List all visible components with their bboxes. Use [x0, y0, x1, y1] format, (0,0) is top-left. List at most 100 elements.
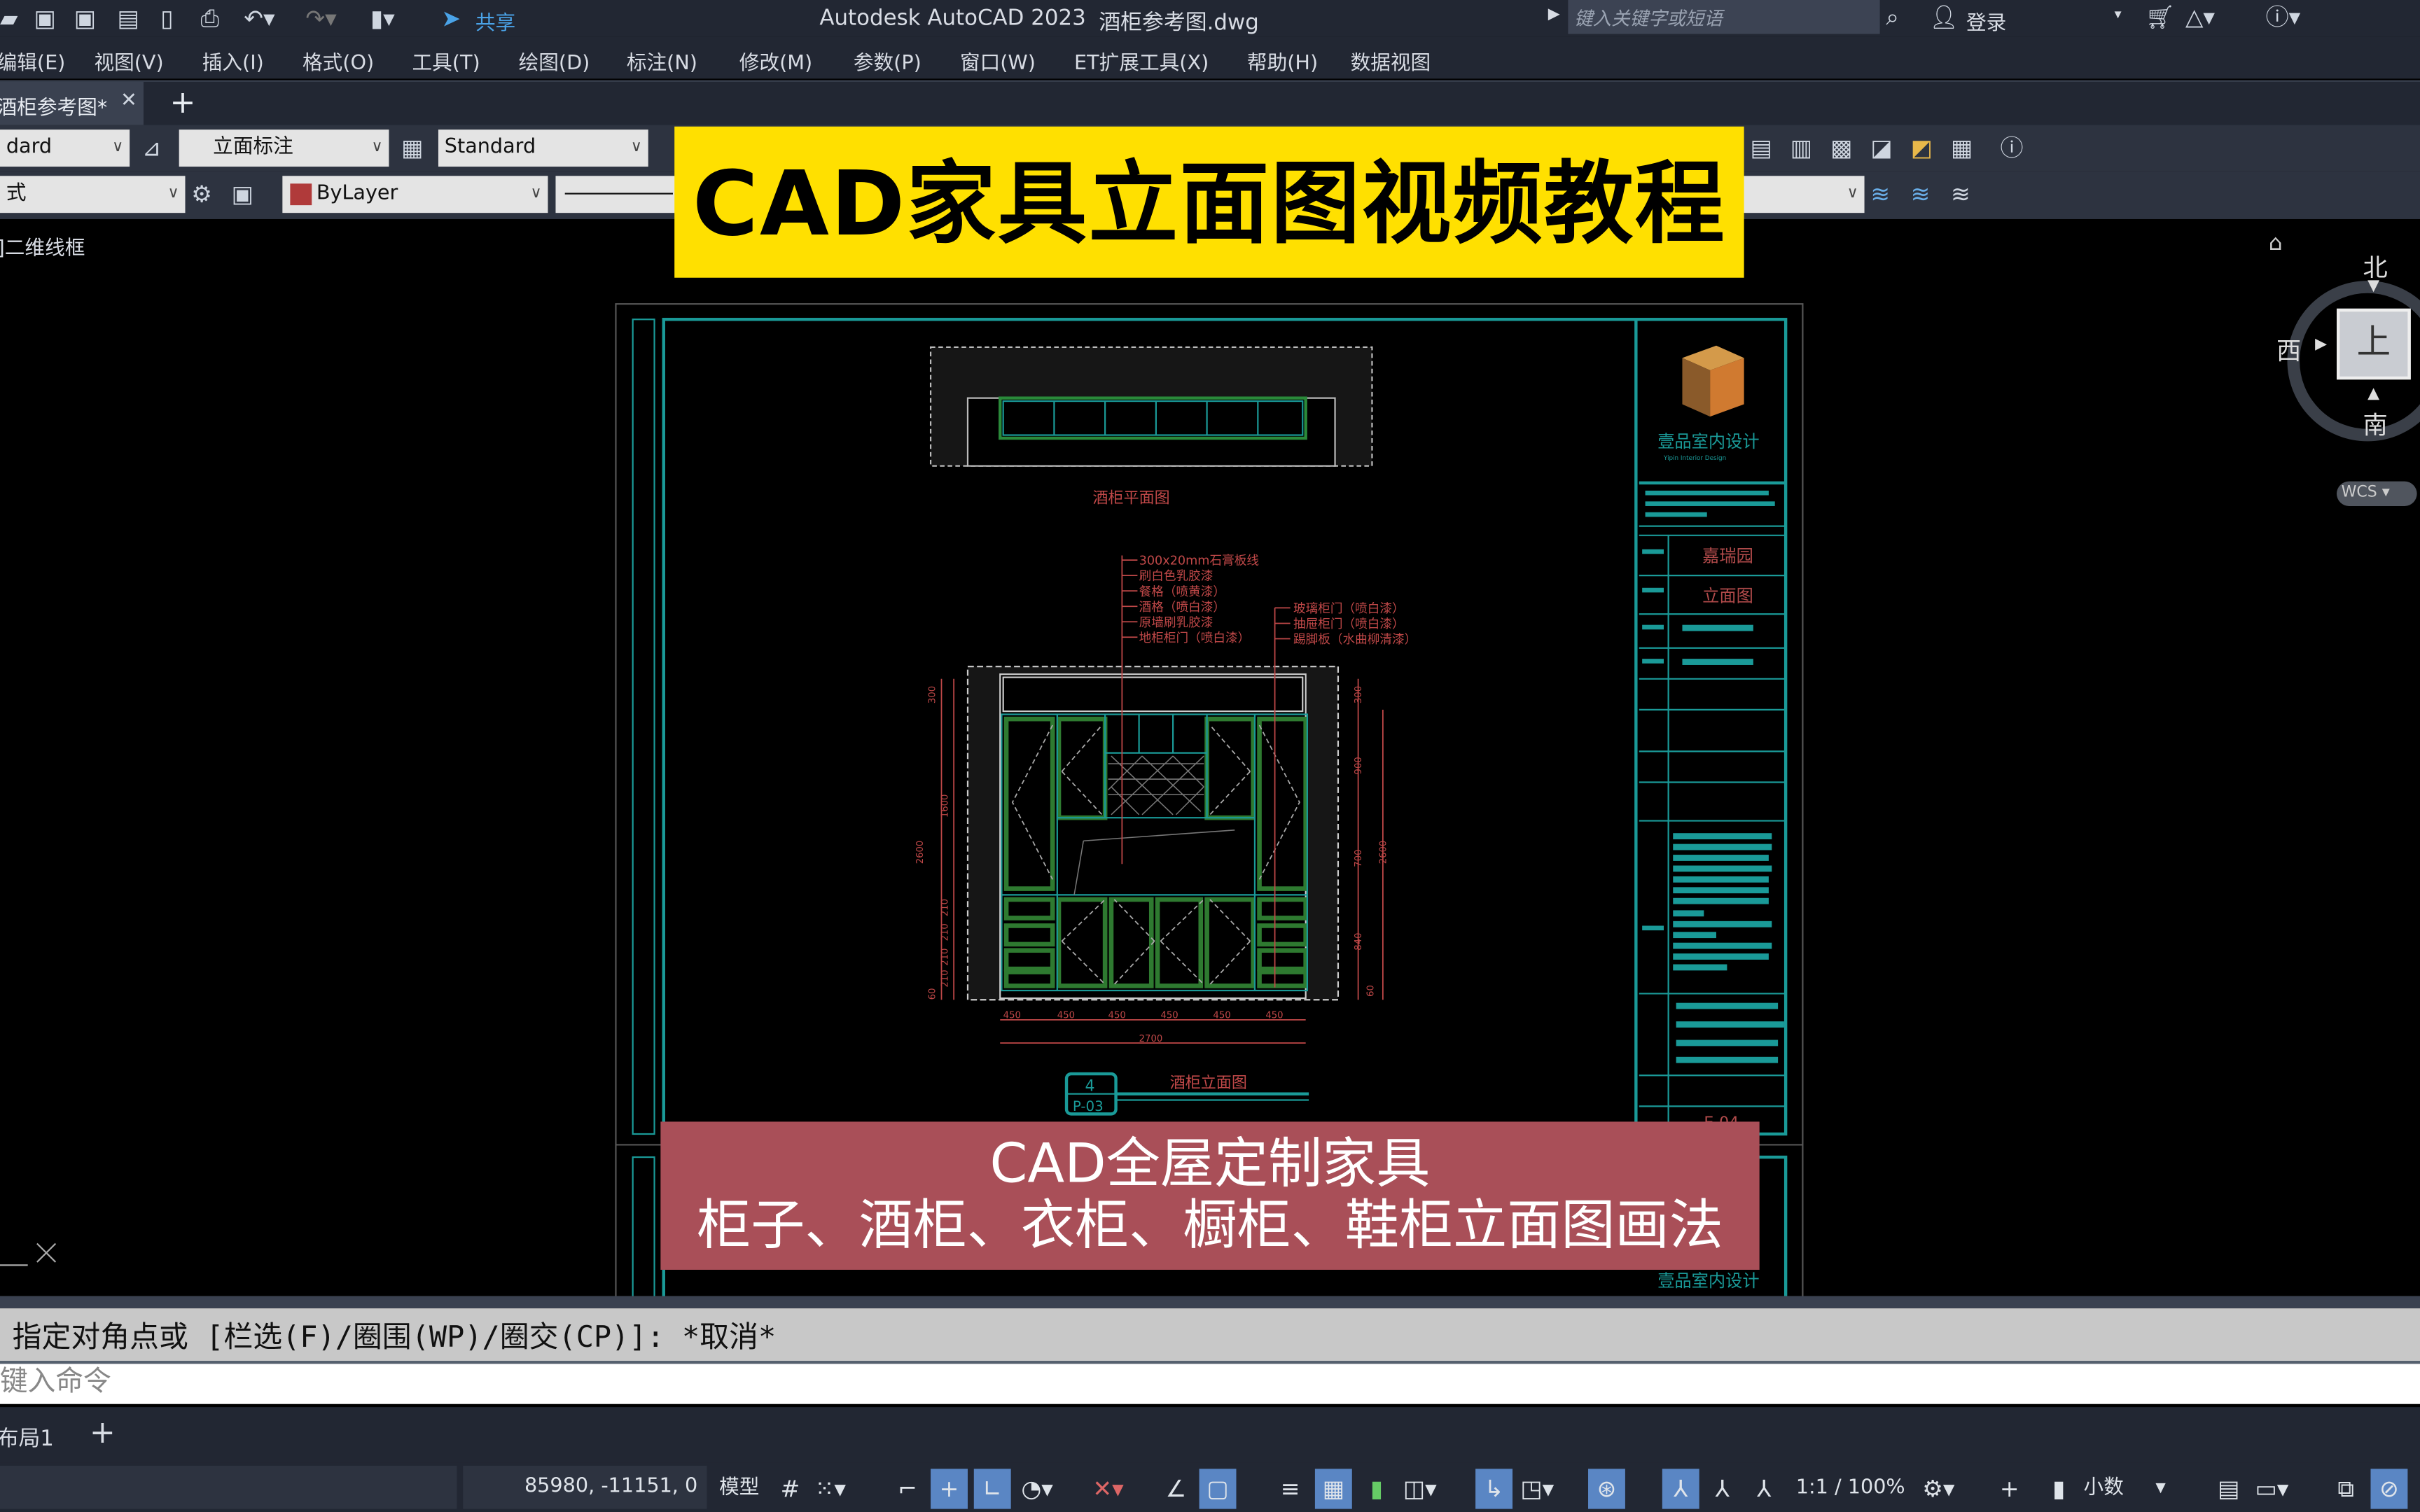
3d-osnap-icon[interactable]: ◫▾ [1401, 1469, 1438, 1508]
calculator-icon[interactable]: ▦ [1951, 133, 1973, 164]
layer-tool-icon-4[interactable]: ◪ [1870, 133, 1892, 164]
share-button[interactable]: 共享 [475, 6, 515, 36]
menu-modify[interactable]: 修改(M) [739, 46, 812, 76]
undo-icon[interactable]: ↶▾ [244, 3, 274, 34]
command-input[interactable]: 键入命令 [0, 1364, 2420, 1404]
layer-freeze-icon[interactable]: ≋ [1951, 179, 1970, 210]
menu-dimension[interactable]: 标注(N) [627, 46, 697, 76]
new-tab-icon[interactable]: + [169, 83, 195, 120]
save-icon[interactable]: ▣ [34, 3, 55, 34]
selection-cycling-icon[interactable]: ▮ [1358, 1469, 1396, 1508]
file-tab[interactable]: 酒柜参考图* ✕ [0, 81, 144, 125]
annotation-monitor-icon[interactable]: + [1991, 1469, 2028, 1508]
menu-help[interactable]: 帮助(H) [1247, 46, 1318, 76]
autodesk-a360-icon[interactable]: △▾ [2185, 1, 2215, 32]
isolate-objects-icon[interactable]: ⧉ [2328, 1469, 2365, 1508]
dim-style-icon[interactable]: ⊿ [142, 133, 162, 164]
menu-insert[interactable]: 插入(I) [202, 46, 264, 76]
layer-iso-icon[interactable]: ≋ [1911, 179, 1931, 210]
close-tab-icon[interactable]: ✕ [120, 90, 137, 113]
drawing-canvas[interactable]: ]二维线框 450 450 450 450 450 450 2700 300 1… [0, 126, 2420, 1296]
color-select[interactable]: ByLayer ∨ [282, 176, 548, 214]
arrow-down-icon[interactable]: ▼ [2367, 278, 2379, 295]
hardware-acceleration-icon[interactable]: ⊘ [2370, 1469, 2408, 1509]
object-snap-icon[interactable]: ▢ [1199, 1469, 1237, 1509]
search-icon[interactable]: ⌕ [1886, 1, 1899, 32]
grid-icon[interactable]: # [772, 1469, 809, 1508]
help-toolbar-icon[interactable]: ⓘ [2001, 133, 2024, 164]
selection-filter-icon[interactable]: ◳▾ [1519, 1469, 1556, 1508]
expand-arrow-icon[interactable]: ▶ [1548, 6, 1560, 23]
layer-tool-icon-1[interactable]: ▤ [1750, 133, 1772, 164]
menu-format[interactable]: 格式(O) [302, 46, 374, 76]
menu-parametric[interactable]: 参数(P) [854, 46, 922, 76]
polar-icon[interactable]: ◔▾ [1019, 1469, 1056, 1508]
quick-properties-icon[interactable]: ▤ [2210, 1469, 2247, 1508]
save-as-icon[interactable]: ▣ [74, 3, 96, 34]
layer-tool-icon-5[interactable]: ◩ [1911, 133, 1933, 164]
wcs-menu[interactable]: WCS ▾ [2337, 481, 2417, 506]
layer-tool-icon-3[interactable]: ▩ [1830, 133, 1852, 164]
workspace-select[interactable]: 式 ∨ [0, 176, 186, 214]
dynamic-ucs-icon[interactable]: ↳ [1475, 1469, 1513, 1509]
match-layer-icon[interactable]: ≋ [1870, 179, 1890, 210]
search-input[interactable]: 键入关键字或短语 [1568, 0, 1880, 34]
redo-icon[interactable]: ↷▾ [305, 3, 336, 34]
print-icon[interactable]: ⎙ [201, 3, 219, 34]
units-select[interactable]: 小数 ▾ [2084, 1469, 2207, 1508]
linetype-select[interactable] [555, 176, 679, 214]
lock-ui-icon[interactable]: ▭▾ [2253, 1469, 2290, 1508]
user-icon[interactable]: 👤︎ [1929, 1, 1959, 32]
help-icon[interactable]: ⓘ▾ [2266, 1, 2301, 32]
arrow-right-icon[interactable]: ▶ [2315, 336, 2327, 353]
annotation-scale-icon[interactable]: ⅄ [1746, 1469, 1783, 1508]
publish-icon[interactable]: ▤ [118, 3, 139, 34]
cart-icon[interactable]: 🛒︎ [2146, 1, 2175, 32]
compass-south[interactable]: 南 [2363, 404, 2387, 441]
dim-bottom-5: 450 [1213, 1011, 1230, 1021]
layer-tool-icon-2[interactable]: ▥ [1790, 133, 1812, 164]
dim-style-select[interactable]: 立面标注 ∨ [179, 130, 389, 167]
menu-tools[interactable]: 工具(T) [412, 46, 480, 76]
isodraft-icon[interactable]: ✕▾ [1090, 1469, 1127, 1508]
dynamic-input-icon[interactable]: + [931, 1469, 968, 1509]
share-icon[interactable]: ➤ [441, 3, 461, 34]
model-space-button[interactable]: 模型 [713, 1469, 765, 1508]
workspace-icon[interactable]: ▮▾ [370, 3, 395, 34]
export-icon[interactable]: ▯ [160, 3, 173, 34]
table-style-select[interactable]: Standard ∨ [438, 130, 648, 167]
object-snap-tracking-icon[interactable]: ∠ [1157, 1469, 1195, 1508]
menu-view[interactable]: 视图(V) [94, 46, 163, 76]
table-style-icon[interactable]: ▦ [401, 133, 423, 164]
menu-draw[interactable]: 绘图(D) [519, 46, 590, 76]
infer-constraints-icon[interactable]: ⌐ [889, 1469, 926, 1508]
compass-west[interactable]: 西 [2276, 330, 2301, 368]
home-icon[interactable]: ⌂ [2269, 232, 2283, 256]
menu-window[interactable]: 窗口(W) [960, 46, 1036, 76]
open-icon[interactable]: ▰ [0, 3, 18, 34]
annotation-scale-select[interactable]: 1:1 / 100% ▾ [1790, 1469, 1911, 1508]
add-layout-icon[interactable]: + [90, 1413, 116, 1450]
transparency-icon[interactable]: ▦ [1314, 1469, 1352, 1509]
arrow-up-icon[interactable]: ▲ [2367, 386, 2379, 402]
login-button[interactable]: 登录 [1966, 6, 2006, 36]
lineweight-icon[interactable]: ≡ [1272, 1469, 1309, 1508]
viewcube[interactable]: ⌂ 北 ▼ 西 ▶ 上 ▲ 南 [2269, 232, 2420, 463]
workspace-gear-icon[interactable]: ⚙▾ [1920, 1469, 1957, 1508]
snap-icon[interactable]: ⁙▾ [812, 1469, 849, 1508]
lineweight-select[interactable]: ∨ [1741, 176, 1865, 214]
gizmo-icon[interactable]: ⊛ [1588, 1469, 1625, 1509]
menu-edit[interactable]: 编辑(E) [0, 46, 65, 76]
settings-gear-icon[interactable]: ⚙ [191, 179, 212, 210]
units-icon[interactable]: ▮ [2040, 1469, 2078, 1508]
login-dropdown-icon[interactable]: ▾ [2115, 8, 2122, 23]
text-style-select[interactable]: dard ∨ [0, 130, 130, 167]
viewcube-top-face[interactable]: 上 [2337, 308, 2411, 380]
menu-et-tools[interactable]: ET扩展工具(X) [1074, 46, 1209, 76]
layer-state-icon[interactable]: ▣ [232, 179, 253, 210]
layout-tab[interactable]: 布局1 [0, 1422, 54, 1453]
annotation-visibility-icon[interactable]: ⅄ [1662, 1469, 1699, 1509]
ortho-icon[interactable]: ∟ [973, 1469, 1011, 1509]
auto-scale-icon[interactable]: ⅄ [1704, 1469, 1741, 1508]
menu-data-view[interactable]: 数据视图 [1351, 46, 1431, 76]
